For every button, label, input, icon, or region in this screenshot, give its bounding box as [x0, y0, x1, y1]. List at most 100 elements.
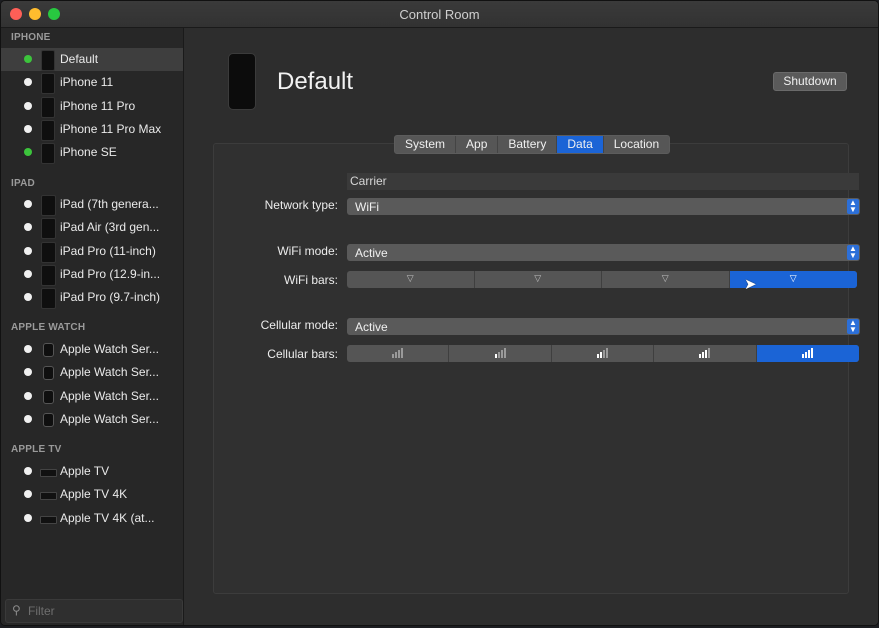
iphone-icon [41, 73, 55, 95]
wifi-bars-control: ▽ ▽ ▽ ▽ [347, 271, 857, 288]
status-dot-icon [24, 101, 32, 110]
sidebar-device-label: iPad (7th genera... [60, 197, 159, 211]
sidebar-device-item[interactable]: iPad (7th genera... [1, 193, 183, 216]
data-panel: Carrier Network type: WiFi ▲ ▼ WiFi mode:… [213, 143, 860, 594]
cellular-bars-option-4[interactable] [654, 345, 757, 362]
device-title: Default [277, 68, 354, 95]
cellular-bars-label: Cellular bars: [267, 347, 338, 361]
sidebar-device-item[interactable]: Apple Watch Ser... [1, 361, 183, 384]
sidebar-device-label: Apple Watch Ser... [60, 365, 159, 380]
signal-bar [811, 348, 814, 358]
sidebar-device-item[interactable]: Apple Watch Ser... [1, 408, 183, 431]
wifi-bars-option-2[interactable]: ▽ [475, 271, 602, 288]
tab-bar: System App Battery Data Location [394, 135, 671, 154]
section-header: APPLE TV [11, 444, 62, 455]
sidebar-device-item[interactable]: Apple Watch Ser... [1, 385, 183, 408]
sidebar-device-item[interactable]: Apple TV [1, 460, 183, 483]
sidebar-device-item[interactable]: iPhone SE [1, 141, 183, 165]
sidebar-device-item[interactable]: iPad Pro (9.7-inch) [1, 286, 183, 310]
status-dot-icon [24, 490, 32, 499]
signal-bar [702, 352, 705, 358]
iphone-icon [41, 50, 55, 71]
sidebar-device-item[interactable]: iPad Air (3rd gen... [1, 216, 183, 240]
wifi-bars-option-3[interactable]: ▽ [602, 271, 730, 288]
apple-watch-icon [43, 412, 54, 427]
apple-watch-icon [43, 366, 54, 381]
sidebar-device-item[interactable]: iPhone 11 Pro Max [1, 118, 183, 141]
iphone-icon [41, 119, 55, 141]
cellular-mode-popup[interactable]: Active ▲ ▼ [347, 318, 860, 335]
sidebar-device-item[interactable]: iPhone 11 [1, 71, 183, 95]
filter-field[interactable]: ⚲ Filter [5, 599, 183, 623]
iphone-icon [41, 143, 55, 165]
status-dot-icon [24, 467, 32, 475]
sidebar-device-label: iPhone 11 [60, 75, 114, 90]
device-preview-icon [228, 53, 256, 110]
signal-bar [602, 350, 605, 358]
wifi-icon: ▽ [534, 273, 542, 283]
sidebar-device-label: iPhone SE [60, 145, 117, 160]
tab-data[interactable]: Data [557, 136, 604, 153]
sidebar-device-item[interactable]: iPad Pro (12.9-in... [1, 263, 183, 286]
apple-watch-icon [43, 343, 54, 357]
status-dot-icon [24, 345, 32, 353]
status-dot-icon [24, 200, 32, 208]
shutdown-button[interactable]: Shutdown [773, 72, 847, 91]
cellular-bars-option-5[interactable] [756, 345, 859, 362]
status-dot-icon [24, 78, 32, 87]
ipad-icon [41, 288, 56, 310]
wifi-mode-popup[interactable]: Active ▲ ▼ [347, 244, 860, 261]
section-header: IPAD [11, 178, 35, 189]
carrier-field[interactable]: Carrier [347, 173, 859, 190]
signal-bar [497, 352, 500, 358]
sidebar-device-item[interactable]: iPad Pro (11-inch) [1, 240, 183, 263]
sidebar-device-item[interactable]: Apple TV 4K (at... [1, 507, 183, 530]
sidebar-device-item[interactable]: Default [1, 48, 183, 71]
wifi-bars-label: WiFi bars: [284, 273, 338, 287]
iphone-icon [41, 96, 55, 118]
tab-location[interactable]: Location [604, 136, 669, 153]
signal-bar [708, 348, 711, 358]
sidebar-device-label: Default [60, 52, 99, 66]
section-header: IPHONE [11, 32, 51, 43]
apple-tv-icon [40, 515, 57, 524]
network-type-popup[interactable]: WiFi ▲ ▼ [347, 198, 860, 215]
signal-bar [605, 348, 608, 358]
sidebar-device-label: iPad Air (3rd gen... [60, 220, 160, 235]
cellular-bars-icon [802, 348, 814, 358]
status-dot-icon [24, 223, 32, 232]
sidebar-device-label: Apple TV 4K [60, 487, 128, 502]
sidebar-device-item[interactable]: Apple Watch Ser... [1, 338, 183, 361]
apple-watch-icon [43, 389, 54, 404]
signal-bar [494, 354, 497, 358]
signal-bar [401, 348, 404, 358]
cellular-bars-option-1[interactable] [347, 345, 450, 362]
device-sidebar: IPHONE Default iPhone 11 iPhone 11 Pro iPhon… [1, 28, 184, 625]
sidebar-device-item[interactable]: Apple TV 4K [1, 483, 183, 506]
sidebar-device-label: Apple TV 4K (at... [60, 510, 155, 525]
sidebar-device-label: Apple Watch Ser... [60, 411, 159, 426]
cellular-bars-option-3[interactable] [552, 345, 655, 362]
signal-bar [398, 350, 401, 358]
app-window: Control Room IPHONE Default iPhone 11 iPhon… [0, 0, 879, 626]
sidebar-device-label: iPad Pro (9.7-inch) [60, 290, 161, 305]
sidebar-device-label: Apple Watch Ser... [60, 342, 159, 356]
cellular-bars-icon [699, 348, 711, 358]
sidebar-device-item[interactable]: iPhone 11 Pro [1, 95, 183, 118]
cellular-bars-option-2[interactable] [449, 345, 552, 362]
signal-bar [705, 350, 708, 358]
signal-bar [599, 352, 602, 358]
sidebar-device-label: iPad Pro (12.9-in... [60, 266, 161, 281]
status-dot-icon [24, 368, 32, 377]
signal-bar [395, 352, 398, 358]
signal-bar [596, 354, 599, 358]
status-dot-icon [24, 55, 32, 63]
tab-system[interactable]: System [395, 136, 457, 153]
tab-battery[interactable]: Battery [498, 136, 558, 153]
ipad-icon [41, 218, 56, 240]
sidebar-device-label: iPhone 11 Pro Max [60, 121, 162, 136]
cellular-bars-icon [392, 348, 404, 358]
tab-app[interactable]: App [456, 136, 499, 153]
window-title: Control Room [399, 7, 480, 22]
wifi-bars-option-1[interactable]: ▽ [347, 271, 475, 288]
